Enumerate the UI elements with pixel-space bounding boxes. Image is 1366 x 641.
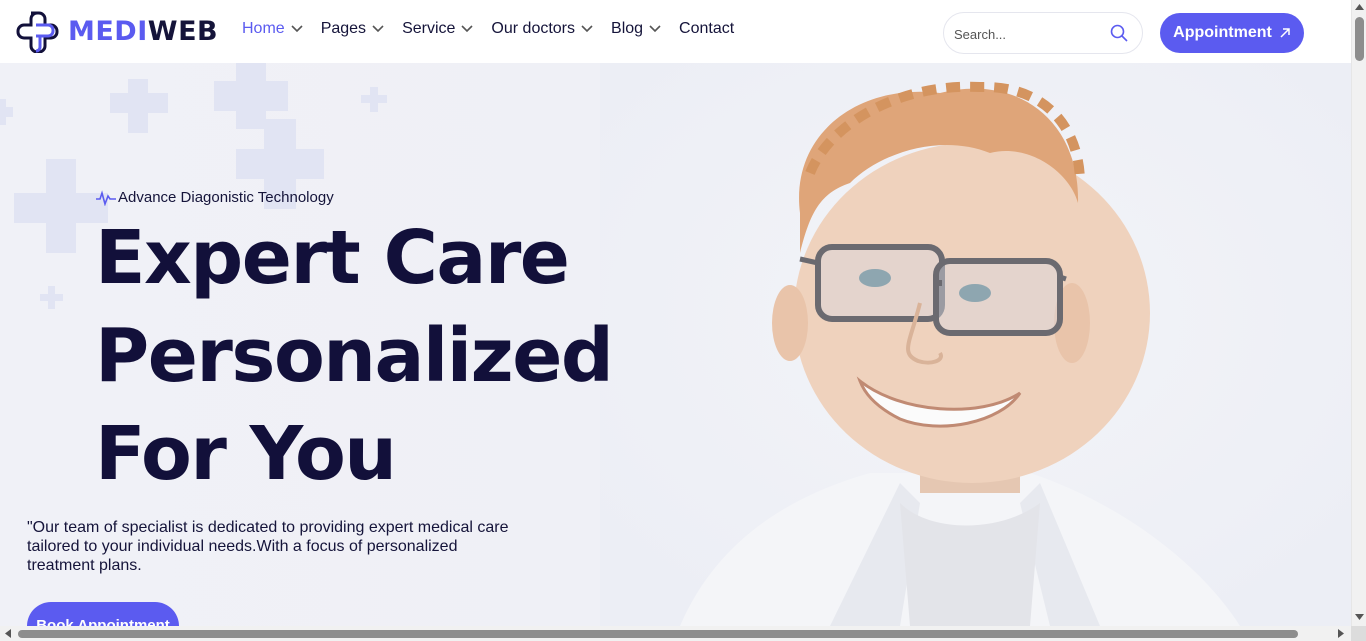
nav-item-pages[interactable]: Pages — [321, 20, 384, 38]
nav-item-label: Service — [402, 20, 456, 37]
heartbeat-icon — [96, 189, 116, 206]
hero-headline-line-2: Personalized — [95, 313, 614, 399]
hero-tagline-text: Advance Diagonistic Technology — [118, 189, 334, 206]
scroll-down-icon[interactable] — [1355, 614, 1364, 620]
medical-cross-logo-icon — [16, 11, 59, 53]
page: MEDIWEB Home Pages Service Our doctors B… — [0, 0, 1351, 626]
hero-section: Advance Diagonistic Technology Expert Ca… — [0, 63, 1351, 626]
vertical-scroll-thumb[interactable] — [1355, 17, 1364, 61]
search-input[interactable] — [954, 24, 1104, 44]
appointment-button-label: Appointment — [1173, 24, 1272, 41]
horizontal-scroll-thumb[interactable] — [18, 630, 1298, 638]
doctor-portrait-image — [600, 63, 1351, 626]
logo-text-part1: MEDI — [68, 15, 148, 47]
nav-item-home[interactable]: Home — [242, 20, 303, 38]
nav-item-contact[interactable]: Contact — [679, 20, 734, 38]
nav-item-label: Pages — [320, 20, 367, 37]
appointment-button[interactable]: Appointment — [1160, 13, 1304, 53]
hero-headline: Expert Care Personalized For You — [95, 209, 614, 503]
hero-headline-line-1: Expert Care — [95, 215, 570, 301]
nav-item-label: Contact — [679, 20, 735, 37]
scroll-up-icon[interactable] — [1355, 4, 1364, 10]
hero-description: "Our team of specialist is dedicated to … — [27, 519, 509, 574]
chevron-down-icon — [461, 25, 473, 33]
nav-item-label: Our doctors — [491, 20, 576, 37]
main-nav: Home Pages Service Our doctors Blog Cont… — [242, 20, 752, 38]
chevron-down-icon — [372, 25, 384, 33]
scrollbar-corner — [1351, 626, 1366, 641]
nav-item-service[interactable]: Service — [402, 20, 473, 38]
nav-item-label: Home — [242, 20, 285, 37]
logo-text: MEDIWEB — [68, 16, 218, 47]
chevron-down-icon — [649, 25, 661, 33]
vertical-scrollbar[interactable] — [1351, 0, 1366, 626]
site-header: MEDIWEB Home Pages Service Our doctors B… — [0, 0, 1351, 63]
hero-tagline: Advance Diagonistic Technology — [96, 189, 334, 206]
chevron-down-icon — [581, 25, 593, 33]
book-appointment-button[interactable]: Book Appointment — [27, 602, 179, 626]
scroll-right-icon[interactable] — [1338, 629, 1344, 638]
scroll-left-icon[interactable] — [5, 629, 11, 638]
logo-text-part2: WEB — [147, 15, 219, 47]
nav-item-label: Blog — [611, 20, 644, 37]
hero-headline-line-3: For You — [95, 411, 397, 497]
arrow-up-right-icon — [1280, 28, 1290, 38]
nav-item-our-doctors[interactable]: Our doctors — [491, 20, 593, 38]
chevron-down-icon — [291, 25, 303, 33]
search-box — [943, 12, 1143, 54]
horizontal-scrollbar[interactable] — [0, 626, 1351, 641]
nav-item-blog[interactable]: Blog — [611, 20, 661, 38]
logo[interactable]: MEDIWEB — [16, 9, 218, 53]
search-icon[interactable] — [1110, 24, 1128, 42]
